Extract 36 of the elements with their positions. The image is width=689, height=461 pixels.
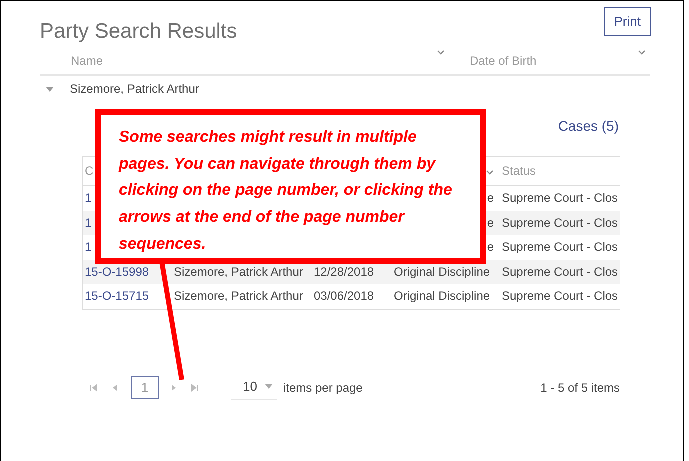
chevron-icon[interactable]	[437, 50, 445, 55]
last-page-icon[interactable]	[191, 384, 199, 392]
table-cell: Supreme Court - Clos	[502, 216, 618, 230]
table-cell: Supreme Court - Clos	[502, 289, 618, 304]
table-cell: Sizemore, Patrick Arthur	[174, 264, 304, 279]
next-page-icon[interactable]	[171, 384, 177, 392]
table-cell: Sizemore, Patrick Arthur	[174, 289, 304, 304]
pager-summary: 1 - 5 of 5 items	[540, 380, 620, 394]
table-cell: Supreme Court - Clos	[502, 191, 618, 206]
collapse-icon[interactable]	[46, 84, 54, 92]
dropdown-arrow-icon[interactable]	[265, 384, 274, 388]
chevron-icon[interactable]	[486, 170, 494, 175]
page-title: Party Search Results	[40, 20, 238, 44]
case-number-link[interactable]: 15-O-15715	[85, 289, 150, 304]
table-cell: 12/28/2018	[314, 264, 374, 279]
party-name[interactable]: Sizemore, Patrick Arthur	[70, 82, 200, 96]
table-cell: e	[487, 191, 494, 206]
table-cell: Supreme Court - Clos	[502, 240, 618, 254]
table-cell: Original Discipline	[394, 289, 490, 304]
chevron-icon[interactable]	[638, 50, 646, 55]
case-number-link[interactable]: 1	[85, 191, 92, 206]
table-cell: e	[487, 216, 494, 230]
callout-text: Some searches might result in multiple pages. You can navigate through them by clicking on the page number, or clicking the arrows at the end of the page number sequences.	[119, 128, 454, 255]
case-number-link[interactable]: 1	[85, 216, 92, 230]
previous-page-icon[interactable]	[112, 384, 118, 392]
table-cell: 03/06/2018	[314, 289, 374, 304]
first-page-icon[interactable]	[90, 384, 98, 392]
items-per-page-label: items per page	[283, 380, 363, 394]
case-number-link[interactable]: 15-O-15998	[85, 264, 150, 279]
table-cell: Supreme Court - Clos	[502, 264, 618, 279]
cases-title[interactable]: Cases (5)	[558, 118, 619, 134]
case-number-link[interactable]: 1	[85, 240, 92, 254]
table-cell: Original Discipline	[394, 264, 490, 279]
table-cell: e	[487, 240, 494, 254]
print-button[interactable]: Print	[604, 7, 651, 36]
page-size-dropdown[interactable]: 10	[231, 376, 278, 400]
